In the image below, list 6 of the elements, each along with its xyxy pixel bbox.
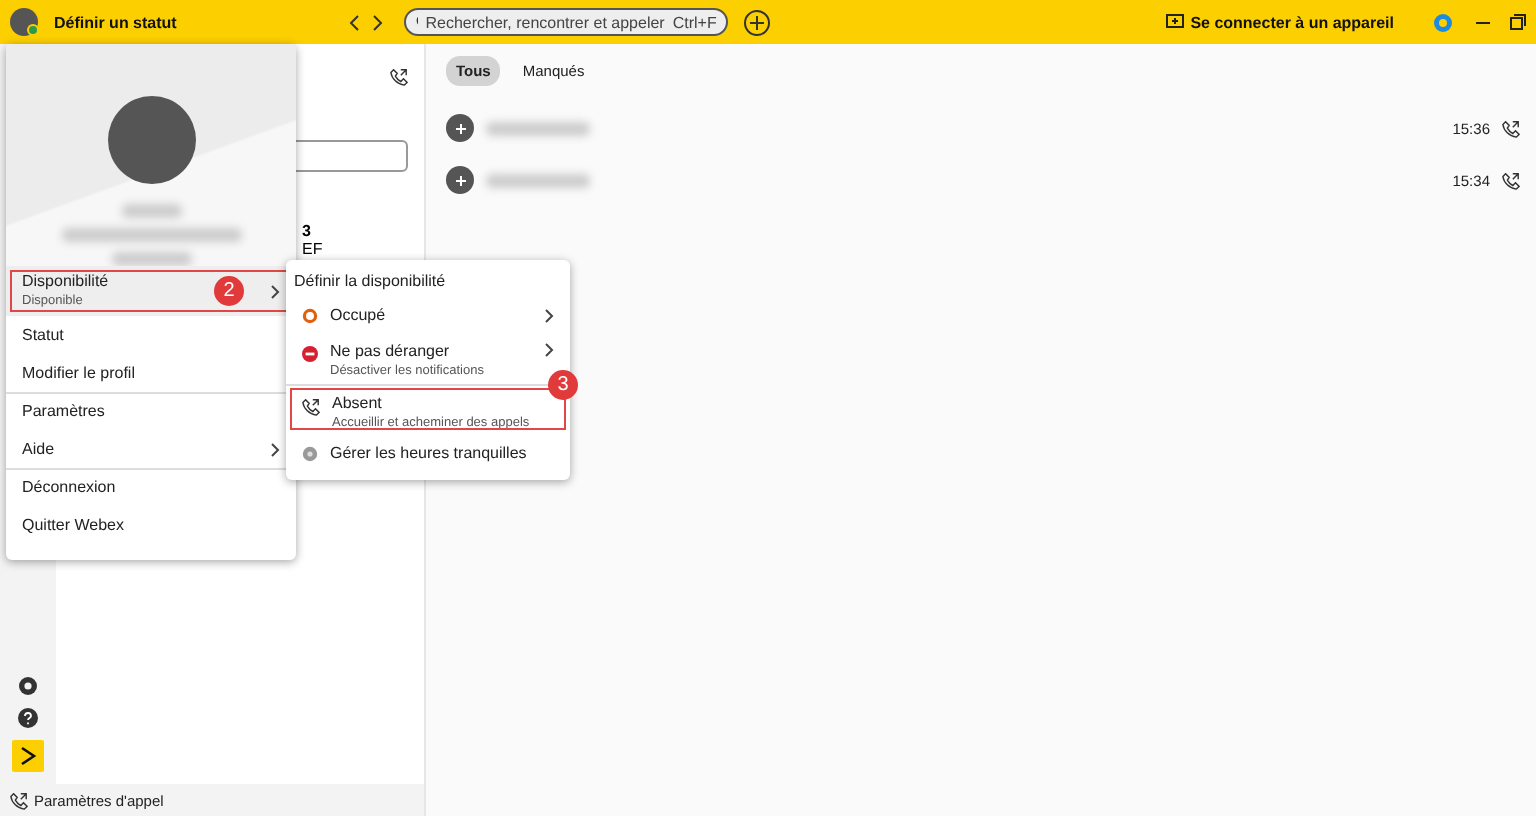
menu-title: Définir la disponibilité xyxy=(292,270,448,294)
shortcut-label: Ctrl+F xyxy=(672,13,717,31)
stat-label: EF xyxy=(302,240,323,258)
step-badge: 3 xyxy=(548,370,578,400)
stat-value: 3 xyxy=(302,222,313,240)
search-placeholder: Rechercher, rencontrer et appeler xyxy=(425,13,665,31)
